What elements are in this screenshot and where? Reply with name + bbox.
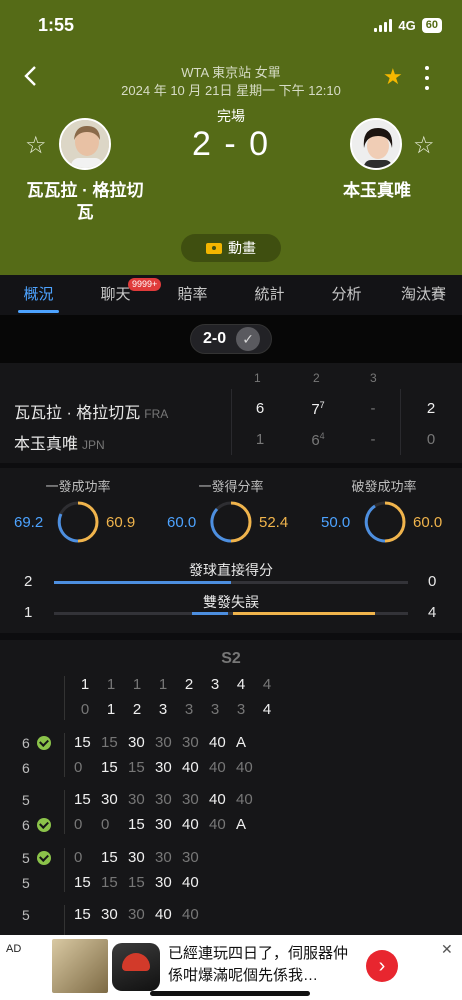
- ring-value-right: 52.4: [259, 514, 289, 531]
- more-menu-icon[interactable]: [422, 66, 432, 90]
- ring-chart: [210, 501, 252, 543]
- animation-label: 動畫: [228, 240, 256, 256]
- score-cell: -: [370, 400, 376, 417]
- favorite-star-icon[interactable]: ★: [383, 66, 403, 88]
- bar-title: 雙發失誤: [203, 594, 259, 610]
- score-cell: 77: [311, 400, 325, 418]
- bar-fill-left: [192, 612, 228, 615]
- set-header: 1: [254, 371, 261, 385]
- divider: [400, 389, 401, 455]
- game-score-top: 5: [22, 792, 30, 808]
- points-row: 15 30 30 40 40: [74, 906, 199, 923]
- bar-value-right: 0: [428, 573, 437, 590]
- games-row-bottom: 0 1 2 3 3 3 3 4: [80, 701, 272, 718]
- tab-knockout[interactable]: 淘汰賽: [385, 275, 462, 315]
- tab-overview[interactable]: 概況: [0, 275, 77, 315]
- score-cell: 64: [311, 431, 325, 449]
- divider: [231, 389, 232, 455]
- ring-chart: [364, 501, 406, 543]
- ad-image[interactable]: [52, 939, 108, 993]
- ring-title: 一發成功率: [45, 479, 111, 494]
- ring-value-left: 60.0: [167, 514, 197, 531]
- point-by-point: S2 1 1 1 1 2 3 4 4 0 1 2 3 3 3 3 4 6 6 1…: [0, 640, 462, 935]
- games-row-top: 1 1 1 1 2 3 4 4: [80, 676, 272, 693]
- ring-title: 一發得分率: [198, 479, 264, 494]
- bar-fill-left: [54, 581, 231, 584]
- match-header: 1:55 4G 60 WTA 東京站 女單 2024 年 10 月 21日 星期…: [0, 0, 462, 275]
- match-score: 2 - 0: [191, 125, 271, 163]
- status-icons: 4G 60: [374, 18, 442, 33]
- ring-value-left: 69.2: [14, 514, 44, 531]
- set-score: 2-0: [203, 330, 227, 347]
- ring-value-right: 60.9: [106, 514, 136, 531]
- scoreboard-player2: 本玉真唯 JPN: [14, 436, 105, 453]
- tab-stats[interactable]: 統計: [231, 275, 308, 315]
- divider: [64, 676, 65, 720]
- bar-fill-right: [233, 612, 375, 615]
- set-summary: 2-0 ✓: [0, 315, 462, 363]
- score-cell: 6: [255, 400, 265, 417]
- game-score-top: 5: [22, 907, 30, 923]
- bar-title: 發球直接得分: [189, 562, 273, 578]
- player1-name[interactable]: 瓦瓦拉 · 格拉切瓦: [20, 180, 150, 224]
- tab-analysis[interactable]: 分析: [308, 275, 385, 315]
- status-time: 1:55: [38, 15, 75, 35]
- ring-value-left: 50.0: [321, 514, 351, 531]
- divider: [64, 848, 65, 892]
- battery-icon: 60: [421, 18, 442, 33]
- game-score-bottom: 5: [22, 875, 30, 891]
- scoreboard: 1 2 3 瓦瓦拉 · 格拉切瓦 FRA 6 77 - 2 本玉真唯 JPN 1 6…: [0, 363, 462, 463]
- tab-bar: 概況 聊天 賠率 統計 分析 淘汰賽: [0, 275, 462, 315]
- ring-title: 破發成功率: [351, 479, 417, 494]
- network-label: 4G: [398, 18, 416, 33]
- ring-value-right: 60.0: [413, 514, 443, 531]
- set-header: 3: [370, 371, 377, 385]
- game-score-bottom: 6: [22, 760, 30, 776]
- game-score-bottom: 6: [22, 817, 30, 833]
- tab-odds[interactable]: 賠率: [154, 275, 231, 315]
- bar-value-left: 1: [24, 604, 33, 621]
- points-row: 15 15 30 30 30 40 A: [74, 734, 247, 751]
- divider: [64, 790, 65, 834]
- points-row: 15 15 15 30 40: [74, 874, 199, 891]
- set-score-pill[interactable]: 2-0 ✓: [190, 324, 272, 354]
- sets-won: 2: [426, 400, 436, 417]
- check-icon: ✓: [236, 327, 261, 351]
- player2-name[interactable]: 本玉真唯: [317, 180, 437, 202]
- match-status: 完場: [217, 108, 245, 124]
- chat-badge: 9999+: [128, 278, 162, 291]
- bar-value-left: 2: [24, 573, 33, 590]
- animation-icon: [206, 242, 222, 254]
- set-header: 2: [313, 371, 320, 385]
- game-score-top: 5: [22, 850, 30, 866]
- score-cell: -: [370, 431, 376, 448]
- serve-icon: [37, 736, 51, 750]
- points-row: 0 0 15 30 40 40 A: [74, 816, 247, 833]
- sets-won: 0: [426, 431, 436, 448]
- animation-button[interactable]: 動畫: [181, 234, 281, 262]
- ad-go-arrow-icon[interactable]: ›: [366, 950, 398, 982]
- ad-label: AD: [6, 943, 22, 955]
- divider: [64, 905, 65, 935]
- scoreboard-player1: 瓦瓦拉 · 格拉切瓦 FRA: [14, 405, 169, 422]
- close-icon[interactable]: ✕: [441, 941, 453, 958]
- signal-icon: [374, 19, 393, 32]
- home-indicator: [150, 991, 310, 996]
- ring-chart: [57, 501, 99, 543]
- serve-icon: [37, 851, 51, 865]
- ad-app-icon[interactable]: [112, 943, 160, 991]
- serve-icon: [37, 818, 51, 832]
- set-label: S2: [221, 650, 241, 667]
- stats-panel: 一發成功率 一發得分率 破發成功率 69.2 60.9 60.0 52.4 50…: [0, 468, 462, 633]
- points-row: 0 15 30 30 30: [74, 849, 199, 866]
- bar-value-right: 4: [428, 604, 437, 621]
- divider: [64, 733, 65, 777]
- points-row: 15 30 30 30 30 40 40: [74, 791, 253, 808]
- game-score-top: 6: [22, 735, 30, 751]
- ad-text[interactable]: 已經連玩四日了，伺服器仲係咁爆滿呢個先係我…: [168, 943, 358, 987]
- points-row: 0 15 15 30 40 40 40: [74, 759, 253, 776]
- score-cell: 1: [255, 431, 265, 448]
